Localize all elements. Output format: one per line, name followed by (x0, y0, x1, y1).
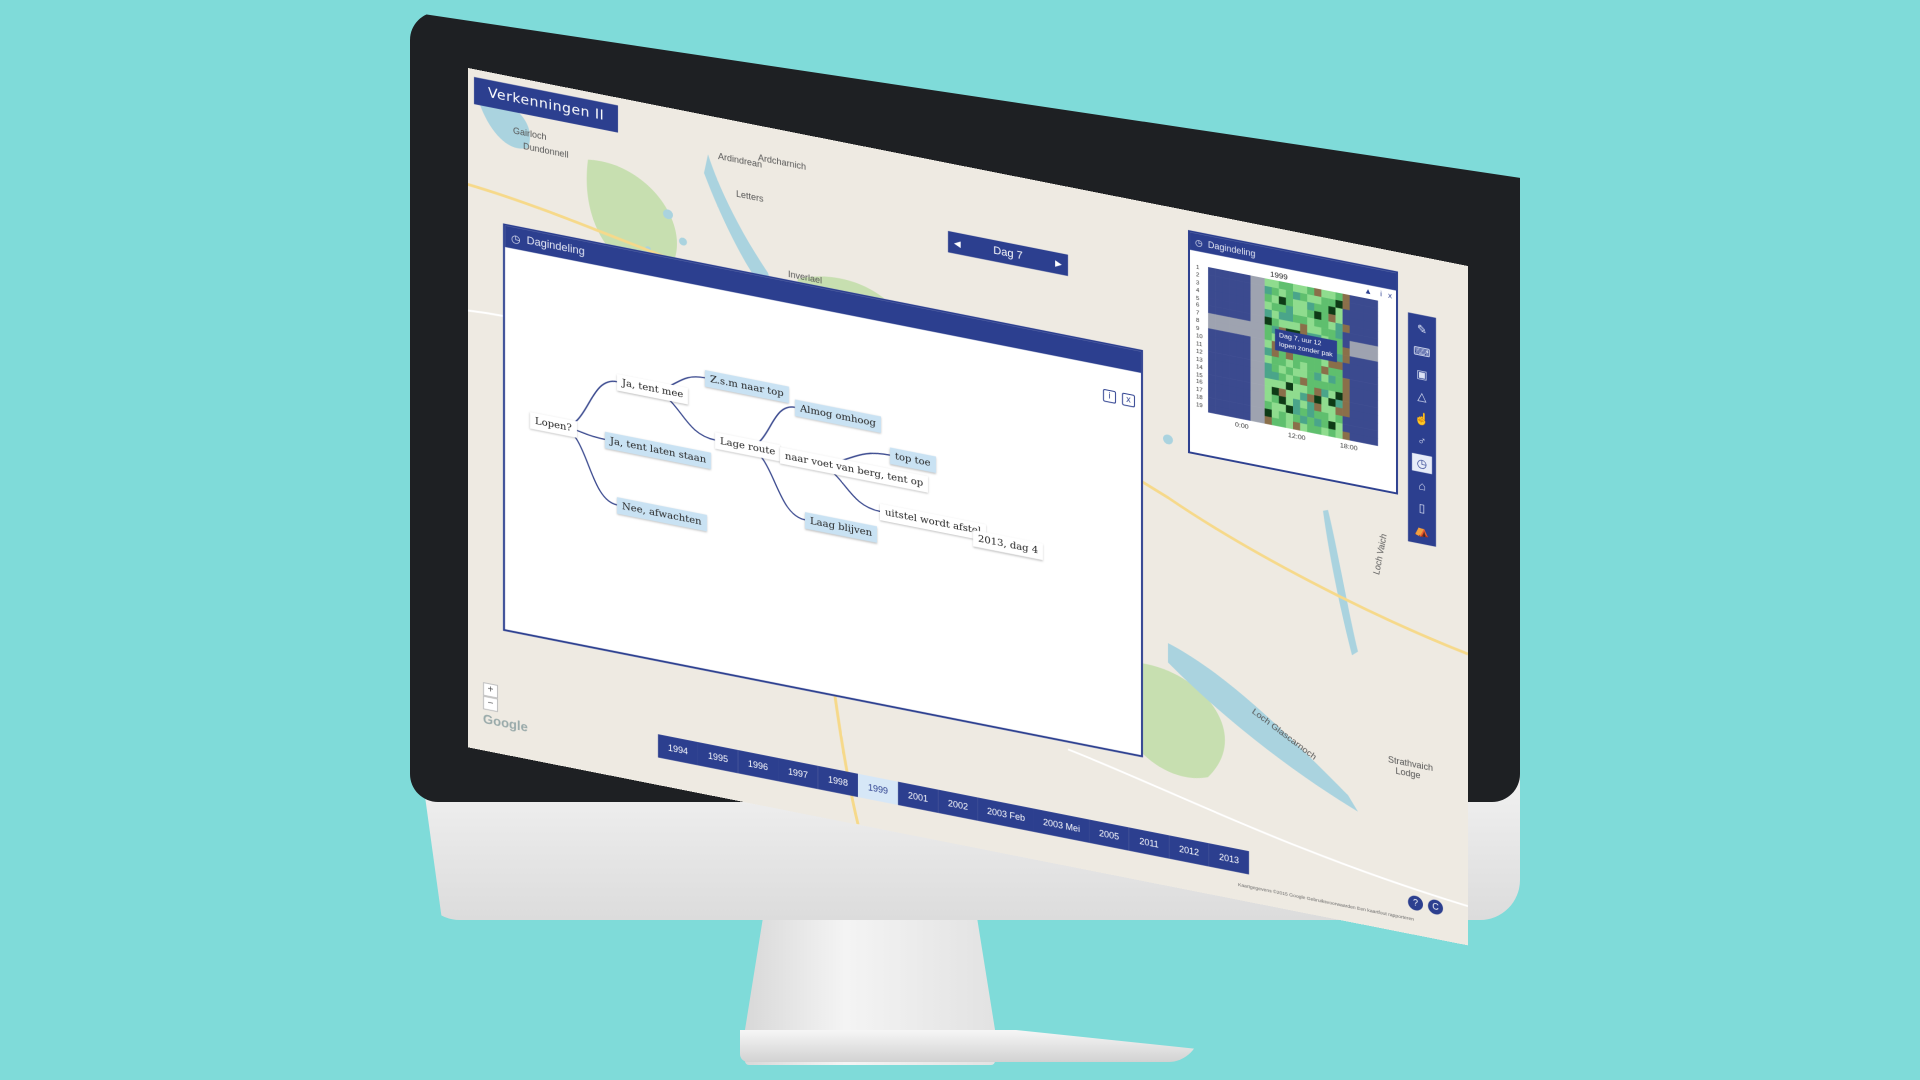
row-label: 1 (1196, 264, 1200, 272)
row-label: 5 (1196, 295, 1200, 302)
heatmap-cell[interactable] (1215, 406, 1223, 416)
mountain-icon[interactable]: △ (1412, 386, 1432, 407)
close-icon[interactable]: x (1388, 291, 1392, 301)
shoe-icon[interactable]: ⌂ (1412, 475, 1432, 496)
right-toolbar: ✎ ⌨ ▣ △ ☝ ♂ ◷ ⌂ ▯ ⛺ (1408, 312, 1436, 547)
hour-label: 12:00 (1288, 432, 1306, 443)
mini-window-title: Dagindeling (1207, 239, 1256, 259)
heatmap-cell[interactable] (1307, 424, 1315, 434)
clock-icon[interactable]: ◷ (1412, 452, 1432, 475)
row-label: 14 (1196, 364, 1203, 372)
day-label: Dag 7 (993, 244, 1023, 263)
heatmap-cell[interactable] (1243, 411, 1251, 422)
monitor-foot (740, 1030, 1200, 1062)
heatmap-cell[interactable] (1356, 434, 1365, 444)
info-icon[interactable]: i (1380, 289, 1382, 298)
row-label: 19 (1196, 402, 1203, 410)
tent-icon[interactable]: ⛺ (1412, 520, 1432, 541)
thumbs-up-icon[interactable]: ☝ (1412, 408, 1432, 429)
row-label: 10 (1196, 333, 1203, 341)
clock-icon: ◷ (1195, 236, 1203, 248)
row-label: 4 (1196, 287, 1200, 294)
heatmap-cell[interactable] (1264, 415, 1273, 426)
row-label: 18 (1196, 394, 1203, 402)
heatmap-window: ◷ Dagindeling ▲ i x 1999 1 2 3 4 5 6 7 8 9 10 11 12… (1188, 229, 1398, 495)
heatmap-cell[interactable] (1335, 429, 1343, 440)
heatmap-cell[interactable] (1349, 432, 1358, 443)
hour-label: 0:00 (1235, 421, 1249, 432)
row-label: 6 (1196, 302, 1200, 310)
heatmap-cell[interactable] (1208, 404, 1216, 415)
row-label: 3 (1196, 279, 1200, 287)
next-day-button[interactable]: ▶ (1055, 257, 1062, 269)
row-label: 2 (1196, 272, 1200, 279)
heatmap-grid[interactable] (1208, 266, 1378, 447)
heatmap-cell[interactable] (1222, 407, 1230, 417)
pencil-icon[interactable]: ✎ (1412, 319, 1432, 340)
walker-icon[interactable]: ♂ (1412, 430, 1432, 451)
camera-icon[interactable]: ▣ (1412, 364, 1432, 385)
heatmap-cell[interactable] (1370, 436, 1378, 447)
prev-day-button[interactable]: ◀ (954, 237, 961, 249)
heatmap-cell[interactable] (1278, 418, 1287, 429)
row-label: 13 (1196, 356, 1203, 364)
row-label: 11 (1196, 341, 1203, 349)
row-label: 9 (1196, 325, 1200, 333)
heatmap-cell[interactable] (1285, 420, 1294, 430)
keyboard-icon[interactable]: ⌨ (1412, 341, 1432, 362)
heatmap-cell[interactable] (1328, 428, 1336, 438)
row-label: 15 (1196, 371, 1203, 379)
heatmap-cell[interactable] (1300, 422, 1308, 433)
row-label: 7 (1196, 310, 1200, 317)
heatmap-cell[interactable] (1363, 435, 1372, 446)
heatmap-cell[interactable] (1250, 413, 1258, 423)
heatmap-cell[interactable] (1293, 421, 1301, 431)
heatmap-cell[interactable] (1236, 410, 1244, 420)
row-label: 8 (1196, 318, 1200, 325)
bottle-icon[interactable]: ▯ (1412, 497, 1432, 518)
heatmap-cell[interactable] (1229, 408, 1237, 419)
zoom-out-button[interactable]: − (483, 695, 498, 713)
heatmap-cell[interactable] (1321, 427, 1329, 437)
heatmap-cell[interactable] (1314, 425, 1322, 436)
row-label: 17 (1196, 387, 1203, 395)
hour-label: 18:00 (1340, 442, 1358, 453)
heatmap-cell[interactable] (1342, 431, 1350, 441)
zoom-control: + − (483, 682, 498, 713)
row-label: 12 (1196, 348, 1203, 356)
heatmap-cell[interactable] (1257, 414, 1265, 424)
heatmap-cell[interactable] (1271, 417, 1280, 427)
clock-icon: ◷ (511, 232, 521, 246)
warning-icon[interactable]: ▲ (1364, 286, 1372, 296)
row-label: 16 (1196, 379, 1203, 387)
